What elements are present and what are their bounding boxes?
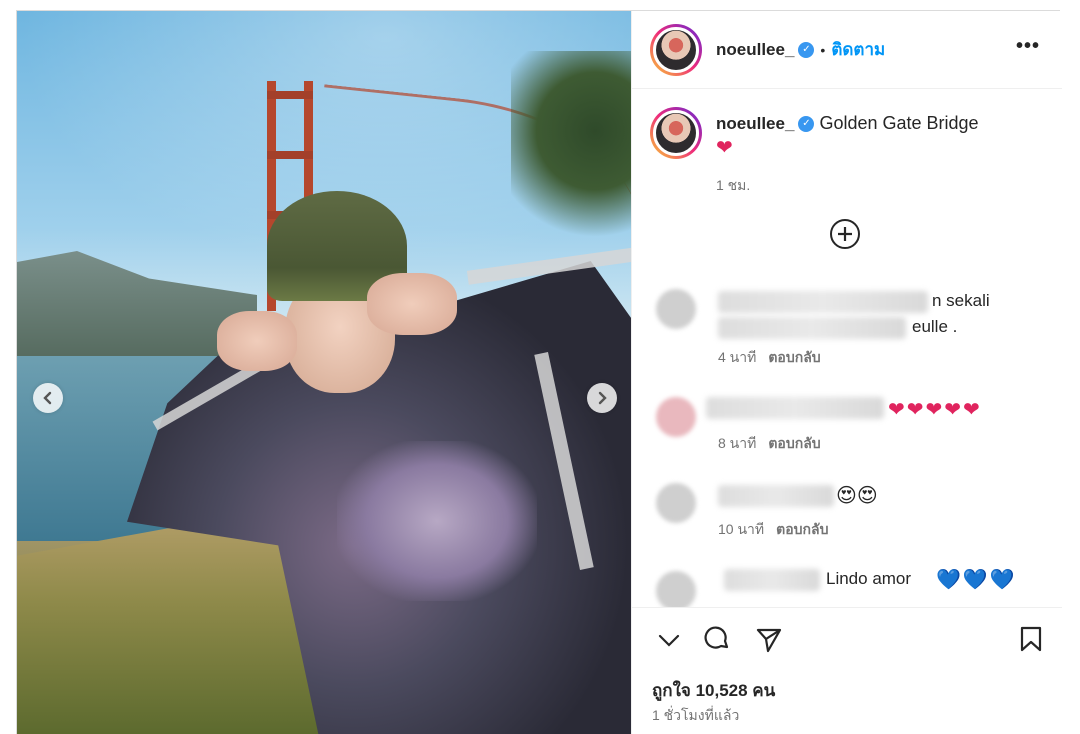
comment-item: ❤❤❤❤❤ 8 นาที ตอบกลับ [632,391,1062,461]
like-button[interactable] [654,624,684,654]
commenter-avatar[interactable] [656,483,696,523]
blurred-commenter-name [706,397,884,419]
comment-timestamp: 8 นาที [718,435,757,451]
comment-text: n sekali [932,291,990,310]
verified-badge-icon: ✓ [798,116,815,133]
comment-meta: 4 นาที ตอบกลับ [718,347,821,369]
photo-tree [511,51,631,251]
blurred-commenter-name [718,485,834,507]
post-photo[interactable] [17,11,631,734]
blurred-commenter-name [718,291,928,313]
reply-button[interactable]: ตอบกลับ [768,435,820,451]
commenter-avatar[interactable] [656,571,696,607]
blurred-comment-text [718,317,906,339]
comment-item: Lindo amor 💙💙💙 [632,563,1062,607]
separator-dot: • [820,41,826,58]
likes-count[interactable]: ถูกใจ 10,528 คน [652,677,775,704]
load-more-comments-button[interactable] [830,219,860,249]
comment-timestamp: 10 นาที [718,521,765,537]
comment-meta: 10 นาที ตอบกลับ [718,519,828,541]
commenter-avatar[interactable] [656,289,696,329]
author-avatar[interactable] [650,23,702,76]
blurred-commenter-name [724,569,820,591]
author-username[interactable]: noeullee_ [716,40,794,60]
comment-item: n sekali eulle . 4 นาที ตอบกลับ [632,281,1062,371]
plus-icon [838,227,852,241]
comment-timestamp: 4 นาที [718,349,757,365]
post-time-ago: 1 ชั่วโมงที่แล้ว [652,707,740,723]
caption-author-avatar[interactable] [650,107,702,159]
comment-button[interactable] [702,624,732,654]
chevron-right-icon [598,391,607,405]
heart-emoji: ❤ [716,137,733,159]
photo-hand-left [217,311,297,371]
photo-hand-right [367,273,457,335]
comment-bubble-icon [704,626,729,649]
follow-button[interactable]: ติดตาม [831,36,885,63]
reply-button[interactable]: ตอบกลับ [776,521,828,537]
post-action-bar [632,607,1062,669]
reply-button[interactable]: ตอบกลับ [768,349,820,365]
previous-photo-button[interactable] [33,383,63,413]
verified-badge-icon: ✓ [798,41,815,58]
comment-emoji: ❤❤❤❤❤ [888,399,982,421]
caption-text-block: noeullee_ ✓ Golden Gate Bridge ❤ [716,111,1046,160]
post-side-panel: noeullee_ ✓ • ติดตาม ••• noeullee_ ✓ Gold… [631,11,1062,734]
caption-text: Golden Gate Bridge [819,113,979,133]
comment-meta: 8 นาที ตอบกลับ [718,433,821,455]
comment-item: 😍😍 10 นาที ตอบกลับ [632,479,1062,549]
commenter-avatar[interactable] [656,397,696,437]
paper-plane-icon [756,628,782,653]
post-header: noeullee_ ✓ • ติดตาม ••• [632,11,1062,89]
post-dialog: noeullee_ ✓ • ติดตาม ••• noeullee_ ✓ Gold… [16,10,1062,734]
comment-text: eulle . [912,317,958,336]
comment-emoji: 💙💙💙 [936,569,1017,591]
save-button[interactable] [1016,624,1046,654]
next-photo-button[interactable] [587,383,617,413]
caption-username[interactable]: noeullee_ [716,114,794,133]
jersey-leopard-print [337,441,537,601]
more-options-icon[interactable]: ••• [1016,36,1040,56]
share-button[interactable] [754,624,784,654]
caption-timestamp: 1 ชม. [716,177,751,193]
comment-text: Lindo amor [826,569,912,588]
heart-outline-icon [658,634,680,647]
bookmark-icon [1020,626,1042,652]
chevron-left-icon [43,391,52,405]
comment-emoji: 😍😍 [836,485,878,507]
